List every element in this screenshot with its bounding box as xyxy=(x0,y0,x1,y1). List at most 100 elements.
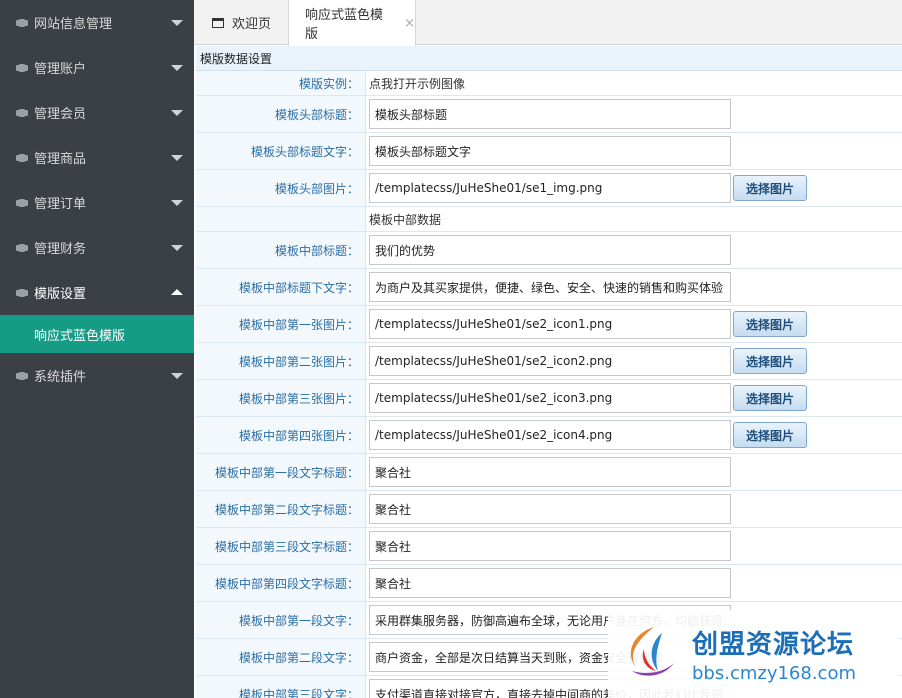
field-label: 模板中部第二段文字标题： xyxy=(196,491,366,527)
window-icon xyxy=(212,17,224,28)
form-row: 模板中部标题下文字： xyxy=(196,269,902,306)
choose-image-button[interactable]: 选择图片 xyxy=(733,175,807,201)
choose-image-button[interactable]: 选择图片 xyxy=(733,348,807,374)
form-row: 模版实例： 点我打开示例图像 xyxy=(196,71,902,96)
form-row: 模板中部第四段文字标题： xyxy=(196,565,902,602)
form-row: 模板中部第二张图片： 选择图片 xyxy=(196,343,902,380)
field-label: 模板中部第一张图片： xyxy=(196,306,366,342)
form-row: 模板中部第三张图片： 选择图片 xyxy=(196,380,902,417)
chevron-down-icon xyxy=(171,200,183,206)
header-title-input[interactable] xyxy=(369,99,731,129)
module-icon xyxy=(16,63,28,72)
para4-title-input[interactable] xyxy=(369,568,731,598)
module-icon xyxy=(16,243,28,252)
module-icon xyxy=(16,371,28,380)
form-row: 模板中部第一段文字标题： xyxy=(196,454,902,491)
chevron-down-icon xyxy=(171,65,183,71)
module-icon xyxy=(16,108,28,117)
form-row: 模板头部标题文字： xyxy=(196,133,902,170)
close-icon[interactable]: × xyxy=(404,16,415,31)
form-row: 模板中部第四张图片： 选择图片 xyxy=(196,417,902,454)
middle-image4-input[interactable] xyxy=(369,420,731,450)
field-label: 模板中部第一段文字标题： xyxy=(196,454,366,490)
forum-logo-icon xyxy=(614,619,684,689)
field-label: 模板中部标题下文字： xyxy=(196,269,366,305)
sidebar-item-members[interactable]: 管理会员 xyxy=(0,90,194,135)
header-text-input[interactable] xyxy=(369,136,731,166)
middle-title-input[interactable] xyxy=(369,235,731,265)
field-label: 模板中部第四段文字标题： xyxy=(196,565,366,601)
field-label: 模板头部标题文字： xyxy=(196,133,366,169)
choose-image-button[interactable]: 选择图片 xyxy=(733,311,807,337)
field-label: 模版实例： xyxy=(196,71,366,95)
header-image-input[interactable] xyxy=(369,173,731,203)
sidebar-item-label: 管理商品 xyxy=(34,152,87,167)
para2-title-input[interactable] xyxy=(369,494,731,524)
choose-image-button[interactable]: 选择图片 xyxy=(733,422,807,448)
sidebar-item-templates[interactable]: 模版设置 xyxy=(0,270,194,315)
sidebar-item-label: 管理订单 xyxy=(34,197,87,212)
form-row: 模板中部标题： xyxy=(196,232,902,269)
chevron-down-icon xyxy=(171,155,183,161)
sidebar-item-site-info[interactable]: 网站信息管理 xyxy=(0,0,194,45)
sidebar-item-label: 管理会员 xyxy=(34,107,87,122)
field-label: 模板中部标题： xyxy=(196,232,366,268)
sidebar-item-orders[interactable]: 管理订单 xyxy=(0,180,194,225)
form-row: 模板头部标题： xyxy=(196,96,902,133)
middle-subtitle-input[interactable] xyxy=(369,272,731,302)
sidebar-item-products[interactable]: 管理商品 xyxy=(0,135,194,180)
watermark: 创盟资源论坛 bbs.cmzy168.com xyxy=(608,610,898,698)
middle-image2-input[interactable] xyxy=(369,346,731,376)
form-row: 模板中部第一张图片： 选择图片 xyxy=(196,306,902,343)
watermark-url: bbs.cmzy168.com xyxy=(692,663,857,684)
field-label: 模板头部图片： xyxy=(196,170,366,206)
field-label: 模板中部第三张图片： xyxy=(196,380,366,416)
module-icon xyxy=(16,18,28,27)
chevron-down-icon xyxy=(171,245,183,251)
sidebar-item-plugins[interactable]: 系统插件 xyxy=(0,353,194,398)
middle-image1-input[interactable] xyxy=(369,309,731,339)
tab-bar: 欢迎页 响应式蓝色模版 × xyxy=(194,0,902,46)
para3-title-input[interactable] xyxy=(369,531,731,561)
form-row: 模板中部数据 xyxy=(196,207,902,232)
chevron-down-icon xyxy=(171,110,183,116)
sidebar-item-label: 网站信息管理 xyxy=(34,17,113,32)
module-icon xyxy=(16,288,28,297)
sidebar-item-accounts[interactable]: 管理账户 xyxy=(0,45,194,90)
middle-image3-input[interactable] xyxy=(369,383,731,413)
sidebar-item-label: 管理账户 xyxy=(34,62,87,77)
form-row: 模板中部第三段文字标题： xyxy=(196,528,902,565)
chevron-down-icon xyxy=(171,20,183,26)
field-label: 模板中部第三段文字标题： xyxy=(196,528,366,564)
field-label: 模板中部第二张图片： xyxy=(196,343,366,379)
example-image-link[interactable]: 点我打开示例图像 xyxy=(369,75,465,92)
module-icon xyxy=(16,198,28,207)
form-row: 模板头部图片： 选择图片 xyxy=(196,170,902,207)
para1-title-input[interactable] xyxy=(369,457,731,487)
section-title: 模版数据设置 xyxy=(196,46,902,71)
field-label: 模板中部第一段文字： xyxy=(196,602,366,638)
tab-welcome[interactable]: 欢迎页 xyxy=(194,0,288,45)
sidebar-item-label: 管理财务 xyxy=(34,242,87,257)
template-settings-form: 模版数据设置 模版实例： 点我打开示例图像 模板头部标题： 模板头部标题文字： … xyxy=(196,46,902,698)
module-icon xyxy=(16,153,28,162)
form-row: 模板中部第二段文字标题： xyxy=(196,491,902,528)
tab-blue-template[interactable]: 响应式蓝色模版 × xyxy=(288,0,416,46)
sidebar-item-label: 系统插件 xyxy=(34,370,87,385)
tab-label: 响应式蓝色模版 xyxy=(305,8,384,42)
field-label: 模板中部第三段文字： xyxy=(196,676,366,698)
field-label-empty xyxy=(196,207,366,231)
sidebar-item-finance[interactable]: 管理财务 xyxy=(0,225,194,270)
sub-section-title: 模板中部数据 xyxy=(369,212,442,227)
sidebar: 网站信息管理 管理账户 管理会员 管理商品 管理订单 管理财务 模版设置 响应式… xyxy=(0,0,194,698)
sidebar-item-label: 模版设置 xyxy=(34,287,87,302)
chevron-up-icon xyxy=(171,289,183,295)
watermark-title: 创盟资源论坛 xyxy=(692,630,855,660)
field-label: 模板头部标题： xyxy=(196,96,366,132)
tab-label: 欢迎页 xyxy=(232,17,272,32)
choose-image-button[interactable]: 选择图片 xyxy=(733,385,807,411)
chevron-down-icon xyxy=(171,373,183,379)
field-label: 模板中部第四张图片： xyxy=(196,417,366,453)
sidebar-subitem-blue-template[interactable]: 响应式蓝色模版 xyxy=(0,315,194,353)
field-label: 模板中部第二段文字： xyxy=(196,639,366,675)
